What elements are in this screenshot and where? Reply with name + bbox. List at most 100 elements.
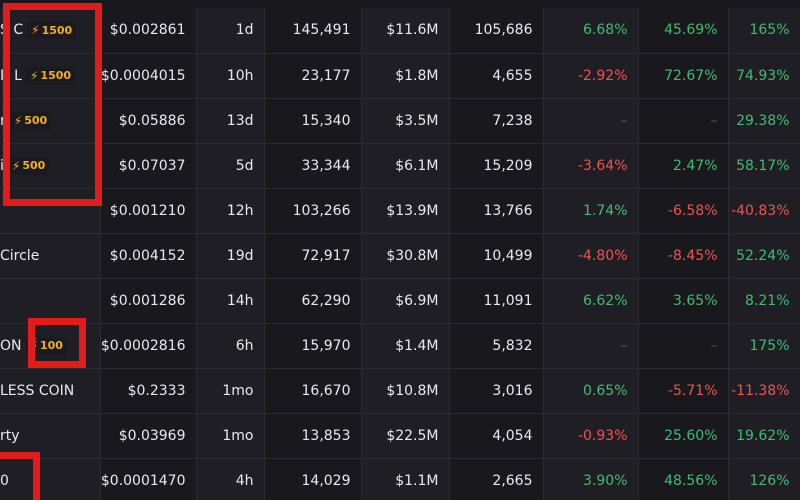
change-2-cell: – <box>638 323 729 369</box>
price-cell: $0.002861 <box>100 8 197 54</box>
change-2-cell: 3.65% <box>638 278 729 324</box>
boost-badge[interactable]: ⚡ 1500 <box>27 21 77 40</box>
boost-badge[interactable]: ⚡ 500 <box>7 156 50 175</box>
token-name: LESS COIN <box>0 382 75 399</box>
txns-cell: 72,917 <box>264 233 362 279</box>
change-2-cell: 45.69% <box>638 8 729 54</box>
volume-cell: $6.1M <box>361 143 450 189</box>
txns-cell: 15,970 <box>264 323 362 369</box>
makers-cell: 5,832 <box>449 323 544 369</box>
pair-age-cell: 1mo <box>196 368 265 414</box>
boost-badge[interactable]: ⚡ 1500 <box>25 66 76 85</box>
token-name: r <box>0 112 6 129</box>
token-name: Circle <box>0 247 40 264</box>
token-name-cell[interactable]: rty <box>0 413 101 459</box>
price-cell: $0.001286 <box>100 278 197 324</box>
table-row[interactable]: LESS COIN $0.2333 1mo 16,670 $10.8M 3,016 0.65… <box>0 368 800 414</box>
table-row[interactable]: rty $0.03969 1mo 13,853 $22.5M 4,054 -0.93% 25.… <box>0 413 800 459</box>
price-cell: $0.07037 <box>100 143 197 189</box>
token-name-cell[interactable]: R L ⚡ 1500 <box>0 53 101 99</box>
makers-cell: 10,499 <box>449 233 544 279</box>
token-name-cell[interactable]: i ⚡ 500 <box>0 143 101 189</box>
table-row[interactable]: S C ⚡ 1500 $0.002861 1d 145,491 $11.6M 105,686 6… <box>0 8 800 54</box>
table-row[interactable]: $0.001210 12h 103,266 $13.9M 13,766 1.74% -6.5… <box>0 188 800 234</box>
token-name: ON <box>0 337 22 354</box>
lightning-bolt-icon: ⚡ <box>31 23 40 38</box>
lightning-bolt-icon: ⚡ <box>11 158 21 173</box>
price-cell: $0.004152 <box>100 233 197 279</box>
change-2-cell: 72.67% <box>638 53 729 99</box>
token-name-cell[interactable]: ON ⚡ 100 <box>0 323 101 369</box>
volume-cell: $10.8M <box>361 368 450 414</box>
change-2-cell: -6.58% <box>638 188 729 234</box>
table-row[interactable]: R L ⚡ 1500 $0.0004015 10h 23,177 $1.8M 4,655 -2.… <box>0 53 800 99</box>
boost-amount: 500 <box>22 159 46 172</box>
token-table: S C ⚡ 1500 $0.002861 1d 145,491 $11.6M 105,686 6… <box>0 8 800 500</box>
table-row[interactable]: $0.001286 14h 62,290 $6.9M 11,091 6.62% 3.65% 8… <box>0 278 800 324</box>
change-1-cell: -2.92% <box>543 53 639 99</box>
volume-cell: $6.9M <box>361 278 450 324</box>
txns-cell: 145,491 <box>264 8 362 54</box>
boost-amount: 1500 <box>40 69 72 82</box>
change-1-cell: 0.65% <box>543 368 639 414</box>
txns-cell: 33,344 <box>264 143 362 189</box>
volume-cell: $1.8M <box>361 53 450 99</box>
pair-age-cell: 1mo <box>196 413 265 459</box>
change-3-cell: -11.38% <box>728 368 800 414</box>
token-name-cell[interactable]: 0 <box>0 458 101 500</box>
token-name: S C <box>0 22 24 39</box>
change-1-cell: 6.62% <box>543 278 639 324</box>
volume-cell: $30.8M <box>361 233 450 279</box>
table-row[interactable]: Circle $0.004152 19d 72,917 $30.8M 10,499 -4.8… <box>0 233 800 279</box>
token-name-cell[interactable] <box>0 188 101 234</box>
table-row[interactable]: i ⚡ 500 $0.07037 5d 33,344 $6.1M 15,209 -3.64% 2.… <box>0 143 800 189</box>
change-3-cell: 52.24% <box>728 233 800 279</box>
volume-cell: $1.1M <box>361 458 450 500</box>
price-cell: $0.03969 <box>100 413 197 459</box>
pair-age-cell: 10h <box>196 53 265 99</box>
change-3-cell: 29.38% <box>728 98 800 144</box>
token-name-cell[interactable]: LESS COIN <box>0 368 101 414</box>
change-1-cell: -4.80% <box>543 233 639 279</box>
change-3-cell: 126% <box>728 458 800 500</box>
price-cell: $0.2333 <box>100 368 197 414</box>
boost-badge[interactable]: ⚡ 500 <box>9 111 52 130</box>
token-name: R L <box>0 67 22 84</box>
makers-cell: 11,091 <box>449 278 544 324</box>
change-1-cell: 1.74% <box>543 188 639 234</box>
makers-cell: 7,238 <box>449 98 544 144</box>
change-1-cell: 6.68% <box>543 8 639 54</box>
change-1-cell: – <box>543 98 639 144</box>
token-name-cell[interactable]: Circle <box>0 233 101 279</box>
token-name: rty <box>0 427 20 444</box>
change-2-cell: -5.71% <box>638 368 729 414</box>
boost-badge[interactable]: ⚡ 100 <box>25 336 67 355</box>
txns-cell: 13,853 <box>264 413 362 459</box>
lightning-bolt-icon: ⚡ <box>29 68 39 83</box>
boost-amount: 1500 <box>41 23 73 37</box>
change-3-cell: 58.17% <box>728 143 800 189</box>
makers-cell: 105,686 <box>449 8 544 54</box>
makers-cell: 15,209 <box>449 143 544 189</box>
change-3-cell: -40.83% <box>728 188 800 234</box>
table-row[interactable]: r ⚡ 500 $0.05886 13d 15,340 $3.5M 7,238– –29.38% <box>0 98 800 144</box>
table-row[interactable]: ON ⚡ 100 $0.0002816 6h 15,970 $1.4M 5,832– –175% <box>0 323 800 369</box>
token-name: 0 <box>0 472 9 489</box>
pair-age-cell: 4h <box>196 458 265 500</box>
pair-age-cell: 6h <box>196 323 265 369</box>
token-name-cell[interactable]: S C ⚡ 1500 <box>0 8 101 54</box>
token-name-cell[interactable] <box>0 278 101 324</box>
price-cell: $0.001210 <box>100 188 197 234</box>
price-cell: $0.0001470 <box>100 458 197 500</box>
txns-cell: 14,029 <box>264 458 362 500</box>
change-1-cell: – <box>543 323 639 369</box>
table-row[interactable]: 0 $0.0001470 4h 14,029 $1.1M 2,665 3.90% 48.56%… <box>0 458 800 500</box>
change-3-cell: 8.21% <box>728 278 800 324</box>
token-name-cell[interactable]: r ⚡ 500 <box>0 98 101 144</box>
change-1-cell: -0.93% <box>543 413 639 459</box>
boost-amount: 100 <box>39 339 63 352</box>
table-header-edge <box>0 0 800 8</box>
change-3-cell: 165% <box>728 8 800 54</box>
change-2-cell: 25.60% <box>638 413 729 459</box>
change-2-cell: 48.56% <box>638 458 729 500</box>
